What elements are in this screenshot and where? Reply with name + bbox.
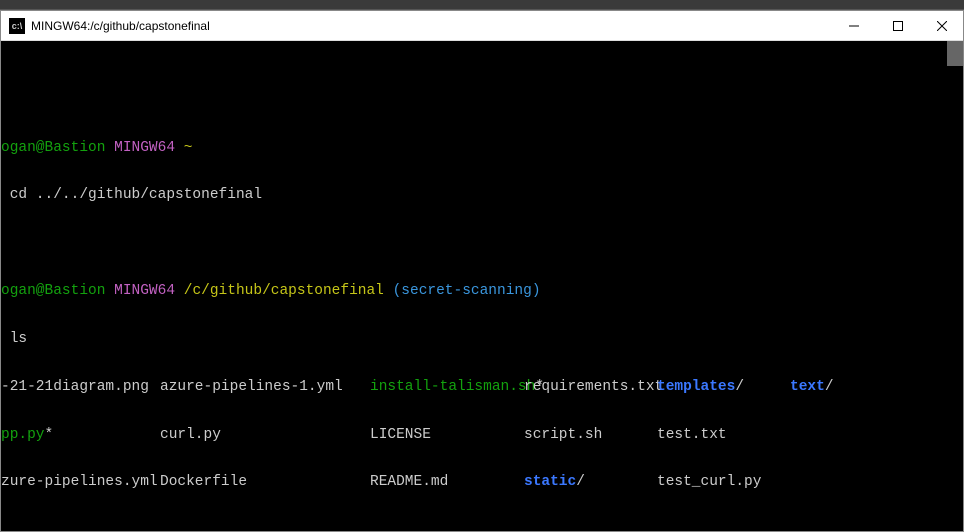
ls-row: zure-pipelines.ymlDockerfileREADME.mdsta… (1, 475, 963, 491)
ls-row: -21-21diagram.pngazure-pipelines-1.ymlin… (1, 380, 963, 396)
terminal-window: c:\ MINGW64:/c/github/capstonefinal ogan… (0, 10, 964, 532)
ls-row: pp.py*curl.pyLICENSEscript.shtest.txt (1, 428, 963, 444)
prompt-line: ogan@Bastion MINGW64 ~ (1, 141, 963, 157)
terminal-icon: c:\ (9, 18, 25, 34)
maximize-button[interactable] (885, 16, 911, 36)
scrollbar[interactable] (947, 41, 963, 66)
minimize-button[interactable] (841, 16, 867, 36)
terminal-line (1, 236, 963, 252)
close-button[interactable] (929, 16, 955, 36)
window-title: MINGW64:/c/github/capstonefinal (31, 19, 841, 33)
terminal-body[interactable]: ogan@Bastion MINGW64 ~ cd ../../github/c… (1, 41, 963, 531)
browser-chrome (0, 0, 964, 10)
window-controls (841, 16, 955, 36)
command-line: cd ../../github/capstonefinal (1, 188, 963, 204)
terminal-line (1, 523, 963, 531)
terminal-line (1, 93, 963, 109)
titlebar[interactable]: c:\ MINGW64:/c/github/capstonefinal (1, 11, 963, 41)
command-line: ls (1, 332, 963, 348)
prompt-line: ogan@Bastion MINGW64 /c/github/capstonef… (1, 284, 963, 300)
